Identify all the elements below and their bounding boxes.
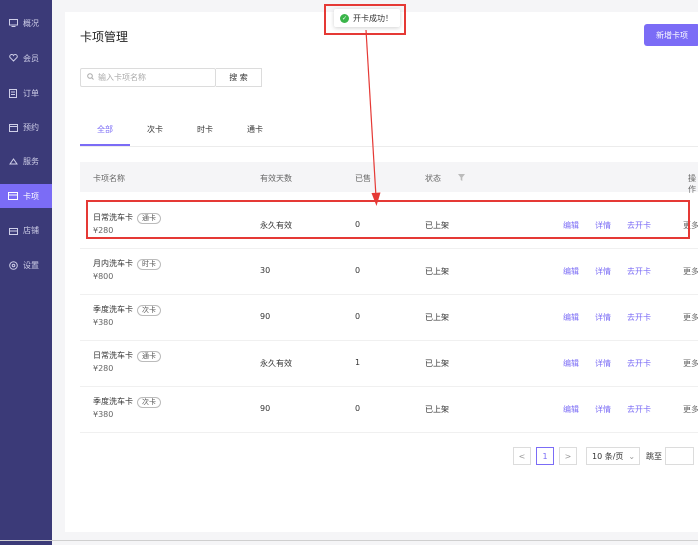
annotation-arrow [365, 29, 381, 206]
